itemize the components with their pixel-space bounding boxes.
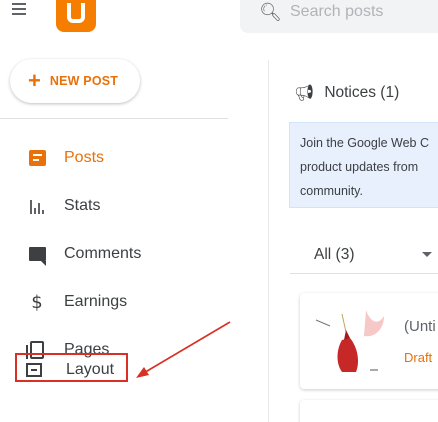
sidebar-item-label: Posts (64, 149, 105, 166)
search-icon[interactable]: 🔍︎ (259, 2, 282, 23)
notice-line: product updates from (300, 160, 419, 174)
posts-icon (27, 148, 47, 168)
sidebar-item-posts[interactable]: Posts (0, 143, 226, 173)
filter-label: All (3) (314, 246, 355, 263)
filter-underline (290, 273, 438, 274)
search-input[interactable] (290, 1, 435, 23)
notices-header[interactable]: 📢︎ Notices (1) (294, 83, 399, 102)
new-post-button[interactable]: + NEW POST (10, 59, 140, 103)
post-card[interactable] (300, 400, 438, 422)
post-status-badge: Draft (404, 350, 433, 365)
sidebar-item-earnings[interactable]: $ Earnings (0, 287, 226, 317)
megaphone-icon: 📢︎ (294, 83, 315, 102)
dollar-icon: $ (31, 291, 43, 313)
post-filter-dropdown[interactable]: All (3) (314, 240, 438, 270)
new-post-label: NEW POST (49, 74, 119, 88)
plus-icon: + (28, 68, 41, 93)
post-thumbnail[interactable] (312, 308, 392, 380)
annotation-arrow (136, 321, 231, 378)
hamburger-icon[interactable] (12, 3, 26, 15)
caret-down-icon (422, 252, 432, 257)
column-divider (268, 60, 269, 422)
sidebar-item-label: Stats (64, 197, 101, 214)
blogger-logo[interactable] (56, 0, 96, 32)
notice-line: Join the Google Web C (300, 136, 430, 150)
notice-line: community. (300, 184, 363, 198)
sidebar-divider (0, 118, 228, 119)
sidebar-item-stats[interactable]: Stats (0, 191, 226, 221)
sidebar-item-label: Comments (64, 245, 142, 262)
notice-card[interactable]: Join the Google Web C product updates fr… (289, 122, 438, 208)
comments-icon (27, 244, 47, 266)
stats-icon (27, 196, 47, 216)
notices-label: Notices (1) (324, 83, 400, 101)
layout-highlight-box (15, 353, 128, 382)
post-title[interactable]: (Unti (404, 318, 436, 335)
sidebar-item-label: Earnings (64, 293, 128, 310)
sidebar-item-comments[interactable]: Comments (0, 239, 226, 269)
